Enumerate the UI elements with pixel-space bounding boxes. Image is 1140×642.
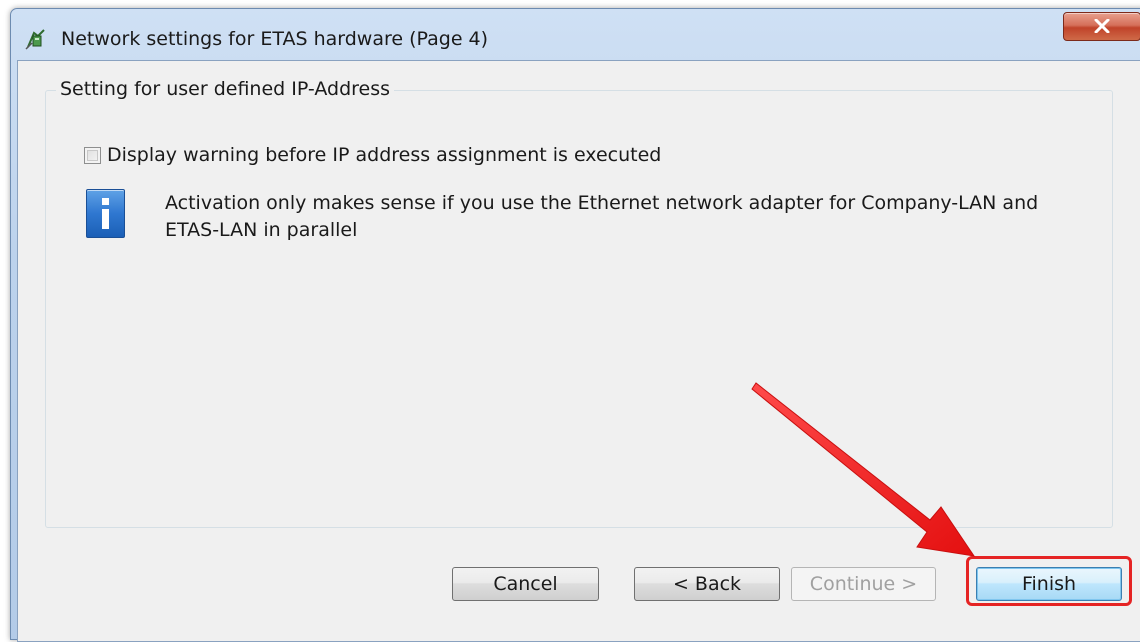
close-button[interactable] (1063, 12, 1140, 41)
warning-checkbox-row[interactable]: Display warning before IP address assign… (84, 143, 661, 167)
warning-checkbox[interactable] (84, 146, 101, 164)
info-icon (86, 189, 125, 238)
dialog-window: Network settings for ETAS hardware (Page… (10, 8, 1140, 642)
info-message-line-2: ETAS-LAN in parallel (165, 219, 358, 241)
info-message-line-1: Activation only makes sense if you use t… (165, 192, 1039, 214)
title-bar[interactable]: Network settings for ETAS hardware (Page… (11, 9, 1140, 61)
continue-button[interactable]: Continue > (791, 567, 936, 601)
window-title: Network settings for ETAS hardware (Page… (61, 28, 489, 50)
group-title: Setting for user defined IP-Address (56, 78, 395, 100)
ip-settings-group: Setting for user defined IP-Address Disp… (45, 78, 1113, 528)
back-button[interactable]: < Back (634, 567, 780, 601)
cancel-button[interactable]: Cancel (452, 567, 599, 601)
dialog-body: Setting for user defined IP-Address Disp… (17, 60, 1140, 642)
etas-network-icon (24, 27, 50, 51)
finish-button[interactable]: Finish (976, 567, 1122, 601)
info-message: Activation only makes sense if you use t… (165, 190, 1065, 244)
warning-checkbox-label[interactable]: Display warning before IP address assign… (107, 144, 661, 166)
close-icon (1094, 19, 1110, 33)
